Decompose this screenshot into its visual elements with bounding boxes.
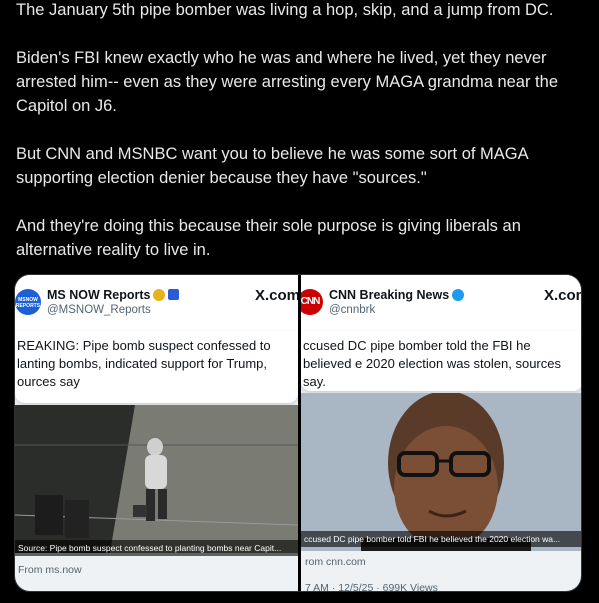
image-caption: ccused DC pipe bomber told FBI he believ…: [301, 531, 581, 547]
verified-badge-icon: [153, 289, 166, 301]
media-divider: [298, 275, 301, 591]
account-name-text: CNN Breaking News: [329, 288, 450, 302]
affiliate-badge-icon: [168, 289, 180, 300]
cnn-avatar: CNN: [301, 289, 323, 315]
media-image-left[interactable]: MSNOW REPORTS MS NOW Reports @MSNOW_Repo…: [15, 275, 298, 591]
post-paragraph-1: The January 5th pipe bomber was living a…: [16, 1, 554, 19]
embedded-tweet-text: REAKING: Pipe bomb suspect confessed to …: [15, 331, 298, 403]
media-image-right[interactable]: CNN CNN Breaking News @cnnbrk X.com ccus…: [301, 275, 581, 591]
source-link[interactable]: rom cnn.com: [305, 556, 366, 568]
tweet-stats: 7 AM · 12/5/25 · 699K Views: [305, 582, 438, 591]
post-paragraph-3: But CNN and MSNBC want you to believe he…: [16, 145, 533, 187]
post-paragraph-2: Biden's FBI knew exactly who he was and …: [16, 49, 563, 115]
source-link[interactable]: From ms.now: [18, 564, 82, 576]
image-caption: Source: Pipe bomb suspect confessed to p…: [15, 540, 298, 556]
ms-now-avatar: MSNOW REPORTS: [15, 289, 41, 315]
x-logo-icon: X.com: [544, 287, 581, 304]
embedded-tweet-text: ccused DC pipe bomber told the FBI he be…: [301, 331, 581, 391]
account-handle: @MSNOW_Reports: [47, 304, 151, 316]
account-handle: @cnnbrk: [329, 304, 376, 316]
verified-badge-icon: [452, 289, 465, 301]
embedded-tweet-header: MSNOW REPORTS MS NOW Reports @MSNOW_Repo…: [15, 275, 298, 331]
embedded-tweet-header: CNN CNN Breaking News @cnnbrk X.com: [301, 275, 581, 331]
post-text: The January 5th pipe bomber was living a…: [16, 0, 586, 286]
suspect-portrait-photo: [301, 393, 581, 551]
post-media[interactable]: MSNOW REPORTS MS NOW Reports @MSNOW_Repo…: [14, 274, 582, 592]
suspect-portrait-illustration: [301, 393, 581, 551]
account-name: MS NOW Reports: [47, 288, 180, 302]
pipe-bomb-suspect-photo: [15, 405, 298, 553]
x-logo-icon: X.com: [255, 287, 298, 304]
account-name-text: MS NOW Reports: [47, 288, 151, 302]
suspect-scene-illustration: [15, 405, 298, 553]
account-name: CNN Breaking News: [329, 288, 465, 302]
post-paragraph-4: And they're doing this because their sol…: [16, 217, 526, 259]
